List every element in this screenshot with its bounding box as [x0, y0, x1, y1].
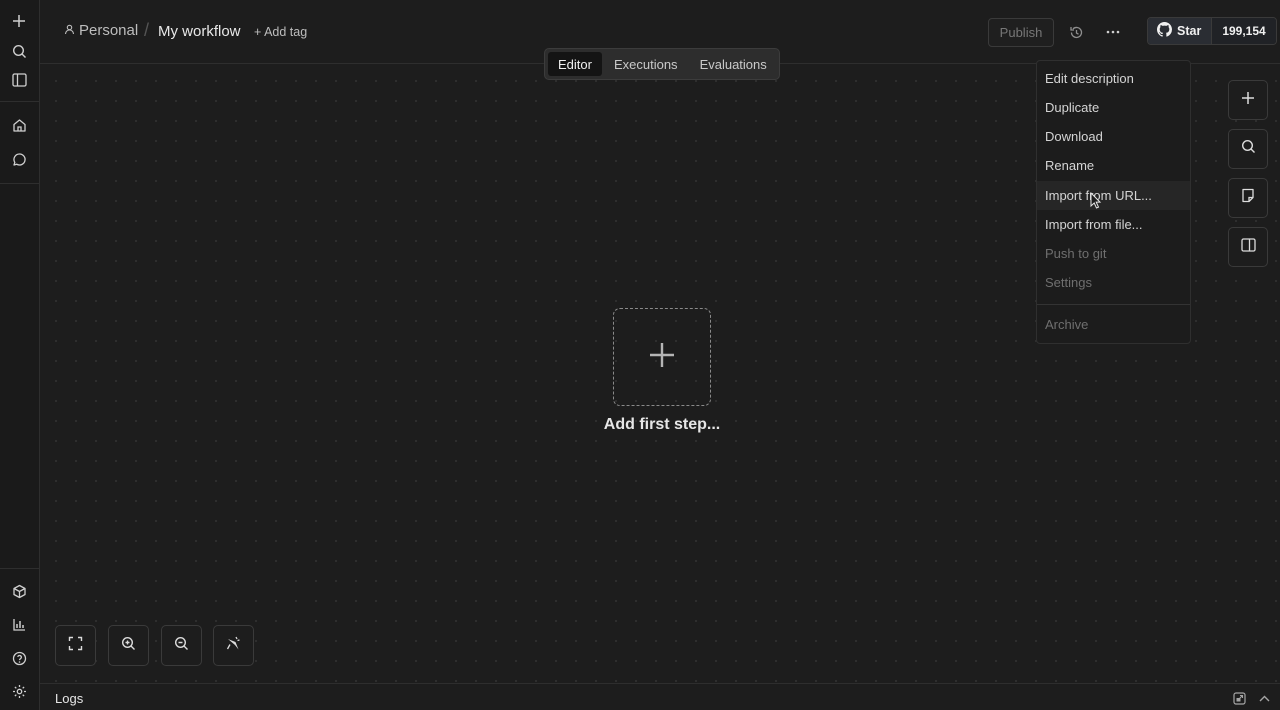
zoom-out-icon [174, 636, 189, 656]
settings-gear-icon[interactable] [8, 680, 30, 702]
github-star-label: Star [1177, 24, 1202, 38]
github-star-button[interactable]: Star [1148, 18, 1213, 44]
add-node-button[interactable] [1228, 80, 1268, 120]
add-tag-button[interactable]: + Add tag [254, 25, 307, 39]
github-star-count[interactable]: 199,154 [1212, 18, 1276, 44]
history-icon[interactable] [1066, 22, 1086, 42]
tab-evaluations[interactable]: Evaluations [690, 52, 777, 76]
rail-divider [0, 101, 40, 102]
sticky-note-button[interactable] [1228, 178, 1268, 218]
toggle-panel-button[interactable] [1228, 227, 1268, 267]
github-icon [1157, 22, 1172, 40]
tab-editor[interactable]: Editor [548, 52, 602, 76]
workflow-title[interactable]: My workflow [158, 23, 241, 40]
github-star-widget[interactable]: Star 199,154 [1147, 17, 1277, 45]
menu-item-import-from-file[interactable]: Import from file... [1037, 210, 1190, 239]
menu-divider [1037, 304, 1190, 305]
menu-item-push-to-git: Push to git [1045, 246, 1107, 261]
workflow-actions-menu: Edit description Duplicate Download Rena… [1036, 60, 1191, 344]
breadcrumb-owner[interactable]: Personal [64, 22, 138, 39]
fit-view-button[interactable] [55, 625, 96, 666]
home-icon[interactable] [8, 114, 30, 136]
fullscreen-icon [68, 636, 83, 656]
publish-button[interactable]: Publish [988, 18, 1054, 47]
zoom-out-button[interactable] [161, 625, 202, 666]
rail-divider [0, 568, 40, 569]
add-first-step-button[interactable] [613, 308, 711, 406]
insights-icon[interactable] [8, 613, 30, 635]
help-icon[interactable] [8, 647, 30, 669]
plus-icon [648, 341, 676, 374]
search-icon[interactable] [8, 40, 30, 62]
search-nodes-button[interactable] [1228, 129, 1268, 169]
menu-item-download[interactable]: Download [1037, 122, 1190, 151]
view-tabs: Editor Executions Evaluations [544, 48, 780, 80]
magic-wand-icon [226, 635, 242, 656]
add-first-step-label: Add first step... [603, 416, 721, 433]
rail-divider [0, 183, 40, 184]
chat-icon[interactable] [8, 148, 30, 170]
menu-item-import-from-url[interactable]: Import from URL... [1037, 181, 1190, 210]
logs-panel-bar[interactable]: Logs [40, 683, 1280, 710]
breadcrumb-separator: / [144, 20, 150, 40]
pop-out-icon[interactable] [1232, 691, 1246, 705]
more-horizontal-icon[interactable] [1103, 22, 1123, 42]
plus-icon[interactable] [8, 10, 30, 32]
search-icon [1241, 139, 1256, 159]
menu-item-duplicate[interactable]: Duplicate [1037, 93, 1190, 122]
menu-item-archive: Archive [1045, 317, 1089, 332]
mouse-cursor-icon [1090, 191, 1102, 214]
app: Personal / My workflow + Add tag Publish… [0, 0, 1280, 710]
plus-icon [1241, 91, 1255, 110]
tidy-up-button[interactable] [213, 625, 254, 666]
zoom-in-button[interactable] [108, 625, 149, 666]
menu-item-rename[interactable]: Rename [1037, 151, 1190, 180]
sidebar-toggle-icon[interactable] [8, 69, 30, 91]
user-icon [64, 22, 75, 39]
tab-executions[interactable]: Executions [604, 52, 688, 76]
left-sidebar [0, 0, 40, 710]
chevron-up-icon[interactable] [1257, 691, 1271, 705]
templates-icon[interactable] [8, 580, 30, 602]
breadcrumb-owner-label: Personal [79, 22, 139, 39]
logs-label: Logs [55, 691, 84, 706]
panel-right-icon [1240, 237, 1256, 257]
menu-item-settings: Settings [1045, 275, 1092, 290]
zoom-in-icon [121, 636, 136, 656]
sticky-note-icon [1241, 188, 1255, 208]
menu-item-edit-description[interactable]: Edit description [1037, 64, 1190, 93]
